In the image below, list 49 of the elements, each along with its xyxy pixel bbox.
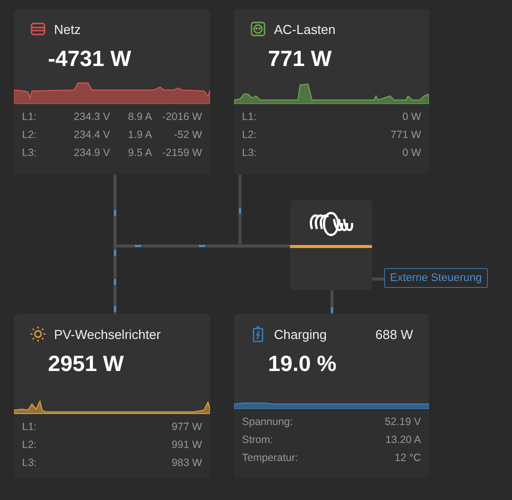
device-card[interactable]: AC-Lasten 771 W L1: 0 W L2: 771 W L3: 0 W	[234, 9, 429, 175]
row-value: 771 W	[390, 129, 421, 141]
main-value: 771 W	[267, 45, 333, 73]
main-value: 2951 W	[47, 350, 125, 378]
row-label: L3:	[242, 147, 257, 159]
row-value: 1.9 A	[127, 129, 152, 141]
row-value: 8.9 A	[127, 111, 152, 123]
row-label: L1:	[22, 421, 37, 433]
row-value: 0 W	[401, 147, 421, 159]
row-value: 0 W	[401, 111, 421, 123]
row-value: 234.9 V	[72, 147, 110, 159]
row-label: L3:	[22, 457, 37, 469]
row-label: L2:	[242, 129, 257, 141]
row-value: 9.5 A	[127, 147, 152, 159]
row-label: L1:	[242, 111, 257, 123]
row-value: 12 °C	[394, 452, 421, 464]
main-value: 19.0 %	[267, 350, 338, 378]
row-value: 234.4 V	[72, 129, 110, 141]
row-value: 234.3 V	[72, 111, 110, 123]
row-label: Strom:	[242, 434, 273, 446]
row-value: 52.19 V	[384, 416, 421, 428]
row-label: Spannung:	[242, 416, 293, 428]
device-card[interactable]: Charging 688 W 19.0 % Spannung: 52.19 V Strom: 13.20 A Temperatur: 12 °C	[234, 314, 429, 478]
row-value: 991 W	[170, 439, 202, 451]
meter-icon	[30, 21, 46, 37]
device-card[interactable]: Netz -4731 W L1: 234.3 V 8.9 A -2016 W L2: 234.4 V 1.9 A -52 W L3: 234.9 V 9.5 A -2159 W	[14, 9, 210, 175]
row-value: 983 W	[170, 457, 202, 469]
sun-icon	[30, 326, 46, 342]
main-value: -4731 W	[47, 45, 132, 73]
row-value: -2159 W	[161, 147, 202, 159]
external-control-tag[interactable]: Externe Steuerung	[384, 268, 488, 288]
row-label: L2:	[22, 439, 37, 451]
outlet-icon	[250, 21, 266, 37]
row-value: -52 W	[172, 129, 202, 141]
row-label: Temperatur:	[242, 452, 298, 464]
device-card[interactable]: PV-Wechselrichter 2951 W L1: 977 W L2: 991 W L3: 983 W	[14, 314, 210, 478]
row-label: L1:	[22, 111, 37, 123]
row-value: -2016 W	[161, 111, 202, 123]
row-value: 13.20 A	[384, 434, 421, 446]
inverter-card[interactable]	[290, 200, 372, 290]
card-title: Charging	[274, 326, 327, 342]
row-label: L2:	[22, 129, 37, 141]
card-title: Netz	[54, 22, 81, 36]
power-reading: 688 W	[375, 326, 413, 342]
row-label: L3:	[22, 147, 37, 159]
battery-icon	[250, 326, 266, 342]
row-value: 977 W	[170, 421, 202, 433]
card-title: PV-Wechselrichter	[54, 326, 161, 342]
card-title: AC-Lasten	[274, 22, 336, 36]
